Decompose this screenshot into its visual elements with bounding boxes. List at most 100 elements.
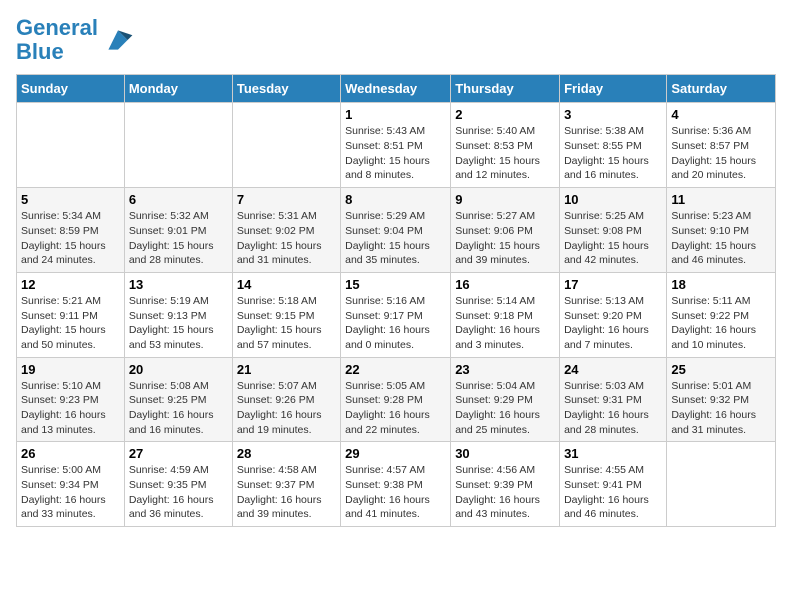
calendar-cell	[232, 103, 340, 188]
day-info: Sunrise: 5:00 AM Sunset: 9:34 PM Dayligh…	[21, 463, 120, 522]
day-number: 24	[564, 362, 662, 377]
day-header-sunday: Sunday	[17, 75, 125, 103]
day-number: 17	[564, 277, 662, 292]
calendar-cell: 30 Sunrise: 4:56 AM Sunset: 9:39 PM Dayli…	[451, 442, 560, 527]
calendar-cell: 29 Sunrise: 4:57 AM Sunset: 9:38 PM Dayli…	[341, 442, 451, 527]
day-number: 12	[21, 277, 120, 292]
day-info: Sunrise: 5:40 AM Sunset: 8:53 PM Dayligh…	[455, 124, 555, 183]
day-number: 7	[237, 192, 336, 207]
day-info: Sunrise: 5:07 AM Sunset: 9:26 PM Dayligh…	[237, 379, 336, 438]
day-info: Sunrise: 5:19 AM Sunset: 9:13 PM Dayligh…	[129, 294, 228, 353]
calendar-cell: 27 Sunrise: 4:59 AM Sunset: 9:35 PM Dayli…	[124, 442, 232, 527]
day-header-saturday: Saturday	[667, 75, 776, 103]
calendar-cell: 15 Sunrise: 5:16 AM Sunset: 9:17 PM Dayli…	[341, 272, 451, 357]
day-info: Sunrise: 5:13 AM Sunset: 9:20 PM Dayligh…	[564, 294, 662, 353]
day-number: 1	[345, 107, 446, 122]
day-number: 6	[129, 192, 228, 207]
calendar-cell: 17 Sunrise: 5:13 AM Sunset: 9:20 PM Dayli…	[560, 272, 667, 357]
day-info: Sunrise: 5:04 AM Sunset: 9:29 PM Dayligh…	[455, 379, 555, 438]
day-info: Sunrise: 4:56 AM Sunset: 9:39 PM Dayligh…	[455, 463, 555, 522]
day-number: 25	[671, 362, 771, 377]
day-info: Sunrise: 5:25 AM Sunset: 9:08 PM Dayligh…	[564, 209, 662, 268]
day-number: 19	[21, 362, 120, 377]
day-number: 18	[671, 277, 771, 292]
day-info: Sunrise: 5:36 AM Sunset: 8:57 PM Dayligh…	[671, 124, 771, 183]
calendar-cell: 4 Sunrise: 5:36 AM Sunset: 8:57 PM Daylig…	[667, 103, 776, 188]
calendar-cell: 14 Sunrise: 5:18 AM Sunset: 9:15 PM Dayli…	[232, 272, 340, 357]
logo-icon	[102, 24, 134, 56]
day-header-thursday: Thursday	[451, 75, 560, 103]
day-info: Sunrise: 5:03 AM Sunset: 9:31 PM Dayligh…	[564, 379, 662, 438]
day-number: 28	[237, 446, 336, 461]
week-row-2: 5 Sunrise: 5:34 AM Sunset: 8:59 PM Daylig…	[17, 188, 776, 273]
day-number: 14	[237, 277, 336, 292]
day-info: Sunrise: 4:58 AM Sunset: 9:37 PM Dayligh…	[237, 463, 336, 522]
calendar-cell: 20 Sunrise: 5:08 AM Sunset: 9:25 PM Dayli…	[124, 357, 232, 442]
week-row-4: 19 Sunrise: 5:10 AM Sunset: 9:23 PM Dayli…	[17, 357, 776, 442]
day-number: 23	[455, 362, 555, 377]
day-number: 21	[237, 362, 336, 377]
day-info: Sunrise: 5:31 AM Sunset: 9:02 PM Dayligh…	[237, 209, 336, 268]
calendar-cell: 19 Sunrise: 5:10 AM Sunset: 9:23 PM Dayli…	[17, 357, 125, 442]
day-number: 27	[129, 446, 228, 461]
calendar-cell	[667, 442, 776, 527]
day-number: 11	[671, 192, 771, 207]
calendar-cell: 25 Sunrise: 5:01 AM Sunset: 9:32 PM Dayli…	[667, 357, 776, 442]
calendar-cell: 22Sunrise: 5:05 AM Sunset: 9:28 PM Dayli…	[341, 357, 451, 442]
calendar-cell: 18 Sunrise: 5:11 AM Sunset: 9:22 PM Dayli…	[667, 272, 776, 357]
day-number: 5	[21, 192, 120, 207]
calendar-cell: 16 Sunrise: 5:14 AM Sunset: 9:18 PM Dayli…	[451, 272, 560, 357]
day-number: 26	[21, 446, 120, 461]
day-number: 15	[345, 277, 446, 292]
day-number: 29	[345, 446, 446, 461]
calendar-cell: 24 Sunrise: 5:03 AM Sunset: 9:31 PM Dayli…	[560, 357, 667, 442]
day-info: Sunrise: 5:18 AM Sunset: 9:15 PM Dayligh…	[237, 294, 336, 353]
day-number: 4	[671, 107, 771, 122]
day-header-monday: Monday	[124, 75, 232, 103]
calendar-cell	[17, 103, 125, 188]
day-header-wednesday: Wednesday	[341, 75, 451, 103]
day-info: Sunrise: 4:57 AM Sunset: 9:38 PM Dayligh…	[345, 463, 446, 522]
calendar-cell: 13 Sunrise: 5:19 AM Sunset: 9:13 PM Dayli…	[124, 272, 232, 357]
day-number: 13	[129, 277, 228, 292]
day-info: Sunrise: 5:21 AM Sunset: 9:11 PM Dayligh…	[21, 294, 120, 353]
day-info: Sunrise: 5:27 AM Sunset: 9:06 PM Dayligh…	[455, 209, 555, 268]
day-number: 3	[564, 107, 662, 122]
calendar-cell: 5 Sunrise: 5:34 AM Sunset: 8:59 PM Daylig…	[17, 188, 125, 273]
calendar-cell: 23 Sunrise: 5:04 AM Sunset: 9:29 PM Dayli…	[451, 357, 560, 442]
calendar-cell: 7 Sunrise: 5:31 AM Sunset: 9:02 PM Daylig…	[232, 188, 340, 273]
day-info: Sunrise: 5:01 AM Sunset: 9:32 PM Dayligh…	[671, 379, 771, 438]
day-number: 20	[129, 362, 228, 377]
day-info: Sunrise: 5:11 AM Sunset: 9:22 PM Dayligh…	[671, 294, 771, 353]
day-info: Sunrise: 5:14 AM Sunset: 9:18 PM Dayligh…	[455, 294, 555, 353]
calendar-cell: 28 Sunrise: 4:58 AM Sunset: 9:37 PM Dayli…	[232, 442, 340, 527]
calendar-cell: 31Sunrise: 4:55 AM Sunset: 9:41 PM Dayli…	[560, 442, 667, 527]
day-info: Sunrise: 5:08 AM Sunset: 9:25 PM Dayligh…	[129, 379, 228, 438]
day-info: Sunrise: 5:43 AM Sunset: 8:51 PM Dayligh…	[345, 124, 446, 183]
calendar-cell: 2Sunrise: 5:40 AM Sunset: 8:53 PM Daylig…	[451, 103, 560, 188]
day-info: Sunrise: 5:16 AM Sunset: 9:17 PM Dayligh…	[345, 294, 446, 353]
day-number: 16	[455, 277, 555, 292]
day-info: Sunrise: 5:34 AM Sunset: 8:59 PM Dayligh…	[21, 209, 120, 268]
calendar-cell	[124, 103, 232, 188]
day-info: Sunrise: 5:32 AM Sunset: 9:01 PM Dayligh…	[129, 209, 228, 268]
week-row-3: 12 Sunrise: 5:21 AM Sunset: 9:11 PM Dayli…	[17, 272, 776, 357]
calendar-cell: 26 Sunrise: 5:00 AM Sunset: 9:34 PM Dayli…	[17, 442, 125, 527]
day-info: Sunrise: 4:59 AM Sunset: 9:35 PM Dayligh…	[129, 463, 228, 522]
calendar-cell: 9Sunrise: 5:27 AM Sunset: 9:06 PM Daylig…	[451, 188, 560, 273]
day-number: 8	[345, 192, 446, 207]
page-header: GeneralBlue	[16, 16, 776, 64]
week-row-5: 26 Sunrise: 5:00 AM Sunset: 9:34 PM Dayli…	[17, 442, 776, 527]
day-info: Sunrise: 4:55 AM Sunset: 9:41 PM Dayligh…	[564, 463, 662, 522]
week-row-1: 1 Sunrise: 5:43 AM Sunset: 8:51 PM Daylig…	[17, 103, 776, 188]
day-number: 30	[455, 446, 555, 461]
day-info: Sunrise: 5:38 AM Sunset: 8:55 PM Dayligh…	[564, 124, 662, 183]
logo: GeneralBlue	[16, 16, 134, 64]
calendar-cell: 1 Sunrise: 5:43 AM Sunset: 8:51 PM Daylig…	[341, 103, 451, 188]
calendar-cell: 21 Sunrise: 5:07 AM Sunset: 9:26 PM Dayli…	[232, 357, 340, 442]
day-info: Sunrise: 5:23 AM Sunset: 9:10 PM Dayligh…	[671, 209, 771, 268]
day-number: 22	[345, 362, 446, 377]
day-info: Sunrise: 5:10 AM Sunset: 9:23 PM Dayligh…	[21, 379, 120, 438]
calendar-cell: 6 Sunrise: 5:32 AM Sunset: 9:01 PM Daylig…	[124, 188, 232, 273]
calendar-cell: 3 Sunrise: 5:38 AM Sunset: 8:55 PM Daylig…	[560, 103, 667, 188]
